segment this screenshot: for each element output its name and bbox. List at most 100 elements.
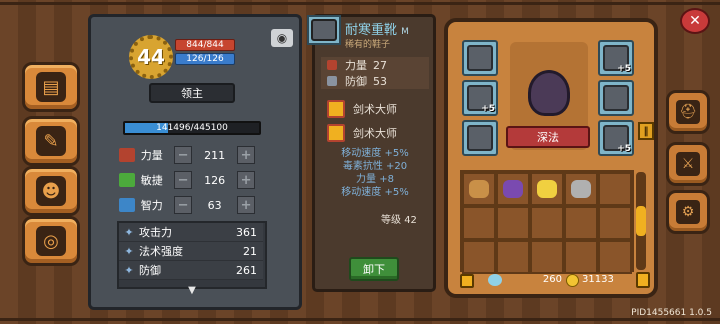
party-tab-button[interactable]: ☻	[22, 166, 80, 216]
stat-icon	[119, 148, 135, 162]
equipment-tab[interactable]: ⛑	[666, 90, 710, 134]
core-stat-row: 力量 −211 +	[119, 145, 255, 165]
inventory-slot[interactable]	[462, 240, 496, 274]
gear-icon: ⚙	[676, 200, 700, 224]
banana-icon	[537, 180, 557, 198]
inventory-slot[interactable]	[564, 172, 598, 206]
codex-tab-button[interactable]: ▤	[22, 62, 80, 112]
hp-value: 844/844	[186, 40, 224, 50]
enhance-level: +5	[617, 64, 631, 74]
scroll-icon: ✎	[36, 126, 66, 156]
decrease-stat-button[interactable]: −	[174, 196, 192, 214]
core-stats-list: 力量 −211 + 敏捷 −126 + 智力 −63 +	[119, 145, 255, 220]
item-rarity: 稀有的鞋子	[345, 40, 391, 50]
character-name-plate: 深法	[506, 126, 590, 148]
stat-value: 63	[207, 198, 222, 212]
inventory-slot[interactable]	[462, 206, 496, 240]
skills-tab-button[interactable]: ✎	[22, 116, 80, 166]
compass-icon: ◎	[36, 226, 66, 256]
item-bonus: 移动速度 +5%	[341, 187, 409, 198]
inventory-slot[interactable]	[530, 206, 564, 240]
scrollbar-thumb[interactable]	[636, 206, 646, 236]
sword-gem-icon	[327, 124, 345, 142]
crossed-swords-icon: ⚔	[676, 152, 700, 176]
attribute-icon: ✦	[124, 263, 134, 277]
inventory-slot[interactable]	[496, 240, 530, 274]
stat-label: 智力	[140, 199, 163, 212]
character-name: 深法	[537, 131, 559, 144]
inventory-slot[interactable]	[564, 240, 598, 274]
close-icon[interactable]: ✕	[680, 8, 710, 34]
unequip-button[interactable]: 卸下	[349, 257, 399, 281]
character-stats-panel: 44 844/844 126/126 ◉ 领主 141496/445100 力量…	[88, 14, 302, 310]
ring-icon	[467, 45, 493, 71]
stat-value: 126	[204, 173, 226, 187]
item-bonus: 力量 +8	[356, 174, 394, 185]
version-label: PID1455661 1.0.5	[631, 308, 712, 318]
decrease-stat-button[interactable]: −	[174, 171, 192, 189]
inventory-slot[interactable]	[598, 172, 632, 206]
sort-button[interactable]	[636, 272, 650, 288]
increase-stat-button[interactable]: +	[237, 196, 255, 214]
map-tab-button[interactable]: ◎	[22, 216, 80, 266]
inventory-scrollbar[interactable]	[636, 172, 646, 270]
exp-value: 141496/445100	[156, 123, 228, 133]
increase-stat-button[interactable]: +	[237, 171, 255, 189]
mp-bar: 126/126	[175, 53, 235, 65]
settings-tab[interactable]: ⚙	[666, 190, 710, 234]
attribute-icon: ✦	[124, 225, 134, 239]
inventory-grid	[460, 170, 634, 274]
rank-title-box: 领主	[149, 83, 235, 103]
weapon-slot[interactable]: +5	[598, 120, 634, 156]
sword-gem-icon	[327, 100, 345, 118]
attribute-row: ✦ 法术强度 21	[119, 242, 263, 261]
armor-slot[interactable]	[598, 80, 634, 116]
decrease-stat-button[interactable]: −	[174, 146, 192, 164]
boots-icon	[311, 19, 337, 41]
necklace-slot[interactable]: +5	[462, 80, 498, 116]
inventory-slot[interactable]	[530, 240, 564, 274]
helmet-slot[interactable]: +5	[598, 40, 634, 76]
item-stat-label: 防御	[345, 75, 367, 88]
scroll-down-icon[interactable]: ▼	[177, 286, 207, 297]
item-stat-value: 27	[373, 58, 387, 72]
gem-count: 260	[542, 274, 562, 285]
camera-icon[interactable]: ◉	[271, 29, 293, 47]
gold-coin-icon	[566, 274, 579, 287]
collapse-arrow-button[interactable]: ‖	[638, 122, 654, 140]
inventory-slot[interactable]	[496, 172, 530, 206]
attribute-label: 防御	[139, 264, 161, 277]
inventory-slot[interactable]	[564, 206, 598, 240]
rank-title: 领主	[181, 87, 203, 100]
stone-icon	[571, 180, 591, 198]
lock-icon[interactable]	[460, 274, 474, 288]
exp-bar: 141496/445100	[123, 121, 261, 135]
core-stat-row: 敏捷 −126 +	[119, 170, 255, 190]
hp-bar: 844/844	[175, 39, 235, 51]
item-bonus-list: 移动速度 +5% 毒素抗性 +20 力量 +8 移动速度 +5%	[321, 147, 429, 199]
ring-slot[interactable]	[462, 40, 498, 76]
item-name: 耐寒重靴 M	[345, 23, 409, 38]
forge-tab[interactable]: ⚔	[666, 142, 710, 186]
item-gem-row: 剑术大师	[321, 123, 429, 143]
attribute-label: 法术强度	[139, 245, 183, 258]
inventory-slot[interactable]	[598, 206, 632, 240]
item-stat-icon	[327, 60, 337, 70]
boots-slot[interactable]	[462, 120, 498, 156]
stat-label: 力量	[140, 149, 163, 162]
boots-icon	[467, 125, 493, 151]
armor-icon	[603, 85, 629, 111]
gold-count: 31133	[582, 274, 614, 285]
inventory-slot[interactable]	[496, 206, 530, 240]
increase-stat-button[interactable]: +	[237, 146, 255, 164]
item-gem-list: 剑术大师 剑术大师	[321, 99, 429, 147]
attribute-label: 攻击力	[139, 226, 172, 239]
inventory-slot[interactable]	[598, 240, 632, 274]
inventory-slot[interactable]	[462, 172, 496, 206]
attribute-row: ✦ 防御 261	[119, 261, 263, 280]
stat-value: 211	[204, 148, 226, 162]
enhance-level: +5	[481, 104, 495, 114]
item-gem-label: 剑术大师	[353, 127, 397, 140]
bread-icon	[469, 180, 489, 198]
inventory-slot[interactable]	[530, 172, 564, 206]
